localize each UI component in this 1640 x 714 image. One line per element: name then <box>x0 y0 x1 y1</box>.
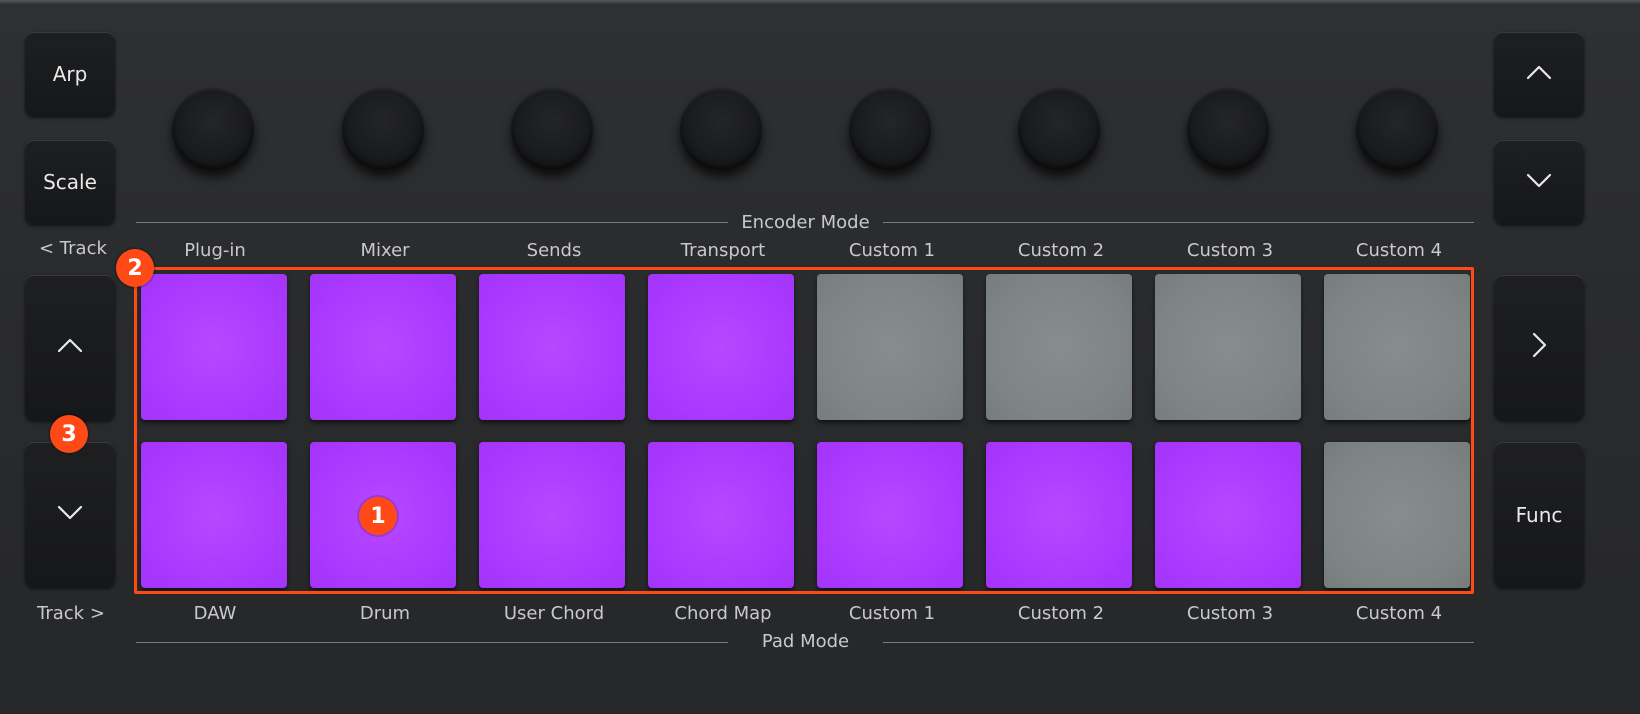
encoder-knob-7[interactable] <box>1187 88 1269 170</box>
pad-mode-label: Custom 1 <box>848 603 936 624</box>
arp-button-label: Arp <box>52 62 88 86</box>
launchkey-device: Arp Scale < Track Track > Func Encoder M… <box>0 0 1640 714</box>
pad-top-6[interactable] <box>986 274 1132 420</box>
encoder-knob-3[interactable] <box>511 88 593 170</box>
pad-bottom-7[interactable] <box>1155 442 1301 588</box>
chevron-up-icon <box>53 328 87 367</box>
scroll-down-button[interactable] <box>1494 140 1584 224</box>
pad-mode-divider-right <box>883 642 1474 643</box>
pad-mode-label: DAW <box>193 603 237 624</box>
encoder-mode-label: Custom 1 <box>848 240 936 261</box>
func-button[interactable]: Func <box>1494 442 1584 587</box>
pad-mode-label: Custom 2 <box>1017 603 1105 624</box>
pad-mode-label: Chord Map <box>674 603 772 624</box>
pad-mode-label: Custom 4 <box>1355 603 1443 624</box>
encoder-mode-label: Mixer <box>360 240 410 261</box>
encoder-mode-label: Custom 4 <box>1355 240 1443 261</box>
encoder-knob-1[interactable] <box>172 88 254 170</box>
chevron-down-icon <box>53 495 87 534</box>
encoder-knob-8[interactable] <box>1356 88 1438 170</box>
pad-bottom-1[interactable] <box>141 442 287 588</box>
pad-top-7[interactable] <box>1155 274 1301 420</box>
encoder-mode-label: Transport <box>680 240 766 261</box>
pad-bottom-5[interactable] <box>817 442 963 588</box>
pad-top-8[interactable] <box>1324 274 1470 420</box>
scale-button[interactable]: Scale <box>25 140 115 224</box>
pad-top-3[interactable] <box>479 274 625 420</box>
arp-button[interactable]: Arp <box>25 32 115 116</box>
track-prev-label: < Track <box>39 238 107 259</box>
callout-badge-1: 1 <box>359 497 397 535</box>
pad-top-1[interactable] <box>141 274 287 420</box>
encoder-knob-2[interactable] <box>342 88 424 170</box>
chevron-right-icon <box>1522 328 1556 367</box>
scroll-up-button[interactable] <box>1494 32 1584 116</box>
encoder-knob-5[interactable] <box>849 88 931 170</box>
encoder-mode-label: Plug-in <box>184 240 246 261</box>
pad-mode-label: Custom 3 <box>1186 603 1274 624</box>
track-up-button[interactable] <box>25 275 115 420</box>
func-button-label: Func <box>1515 502 1563 527</box>
chevron-up-icon <box>1522 55 1556 94</box>
scale-button-label: Scale <box>43 170 97 194</box>
chevron-down-icon <box>1522 163 1556 202</box>
callout-badge-2: 2 <box>116 249 154 287</box>
encoder-mode-label: Custom 3 <box>1186 240 1274 261</box>
pad-bottom-3[interactable] <box>479 442 625 588</box>
encoder-mode-divider-left <box>136 222 728 223</box>
pad-top-4[interactable] <box>648 274 794 420</box>
pad-top-5[interactable] <box>817 274 963 420</box>
encoder-mode-title: Encoder Mode <box>741 212 870 233</box>
encoder-mode-label: Custom 2 <box>1017 240 1105 261</box>
encoder-knob-6[interactable] <box>1018 88 1100 170</box>
encoder-knob-4[interactable] <box>680 88 762 170</box>
device-top-edge <box>0 0 1640 4</box>
pad-top-2[interactable] <box>310 274 456 420</box>
pad-mode-label: User Chord <box>503 603 605 624</box>
pad-mode-label: Drum <box>359 603 411 624</box>
pad-bottom-4[interactable] <box>648 442 794 588</box>
pad-mode-title: Pad Mode <box>761 631 850 652</box>
encoder-mode-label: Sends <box>526 240 582 261</box>
pad-bottom-8[interactable] <box>1324 442 1470 588</box>
pad-bottom-6[interactable] <box>986 442 1132 588</box>
track-down-button[interactable] <box>25 442 115 587</box>
callout-badge-3: 3 <box>50 415 88 453</box>
scene-launch-button[interactable] <box>1494 275 1584 420</box>
encoder-mode-divider-right <box>883 222 1474 223</box>
track-next-label: Track > <box>37 603 105 624</box>
pad-mode-divider-left <box>136 642 728 643</box>
